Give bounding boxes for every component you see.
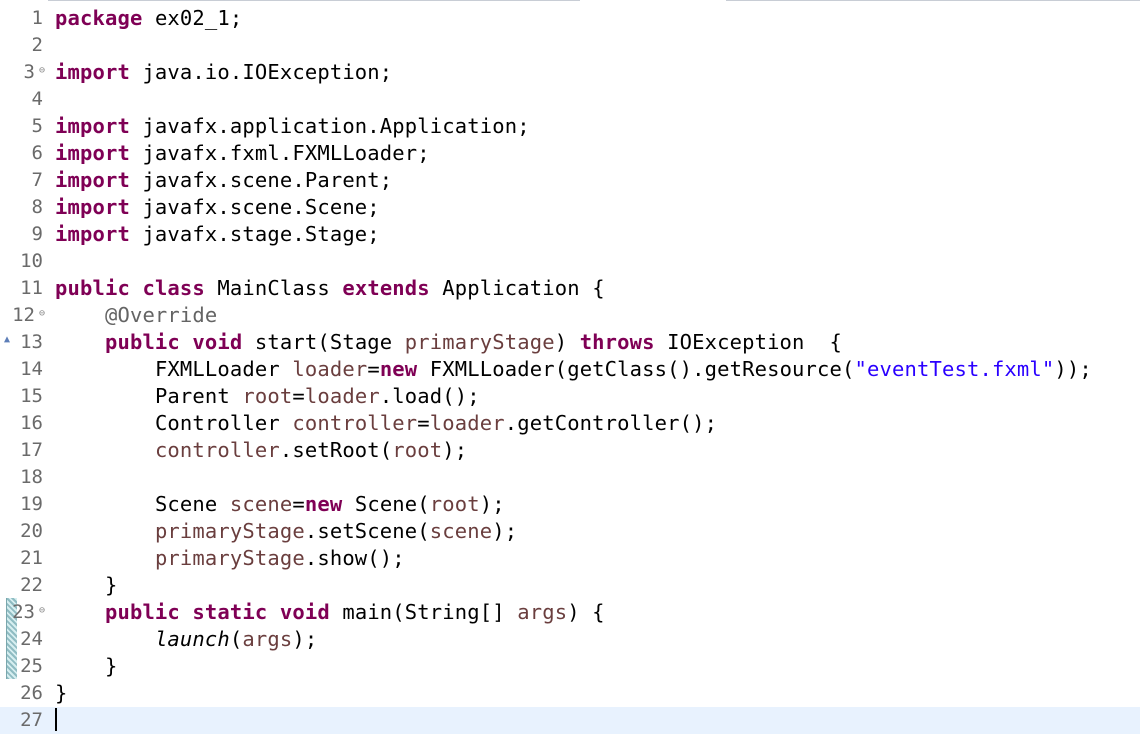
text-caret xyxy=(55,708,57,731)
code-text: import javafx.scene.Parent; xyxy=(55,168,393,192)
line-number: 22 xyxy=(20,574,43,596)
code-text: launch(args); xyxy=(154,627,318,651)
line-number: 8 xyxy=(31,196,43,218)
code-line-11[interactable]: 11 public class MainClass extends Applic… xyxy=(0,275,1140,302)
line-number: 11 xyxy=(20,277,43,299)
code-line-13[interactable]: ▲ 13 public void start(Stage primaryStag… xyxy=(0,329,1140,356)
line-number: 5 xyxy=(31,115,43,137)
line-number: 14 xyxy=(20,358,43,380)
code-text: primaryStage.setScene(scene); xyxy=(154,519,518,543)
line-number: 6 xyxy=(31,142,43,164)
code-line-19[interactable]: 19 Scene scene=new Scene(root); xyxy=(0,491,1140,518)
code-line-4[interactable]: 4 xyxy=(0,86,1140,113)
code-line-18[interactable]: 18 xyxy=(0,464,1140,491)
code-text xyxy=(55,707,57,734)
code-line-10[interactable]: 10 xyxy=(0,248,1140,275)
code-line-2[interactable]: 2 xyxy=(0,32,1140,59)
code-line-25[interactable]: 25 } xyxy=(0,653,1140,680)
code-line-14[interactable]: 14 FXMLLoader loader=new FXMLLoader(getC… xyxy=(0,356,1140,383)
code-line-7[interactable]: 7 import javafx.scene.Parent; xyxy=(0,167,1140,194)
code-text: import javafx.scene.Scene; xyxy=(55,195,380,219)
line-number: 27 xyxy=(20,709,43,731)
code-text: } xyxy=(104,654,118,678)
code-line-3[interactable]: 3 ⊖ import java.io.IOException; xyxy=(0,59,1140,86)
fold-collapse-icon[interactable]: ⊖ xyxy=(37,66,47,76)
fold-collapse-icon[interactable]: ⊖ xyxy=(37,309,47,319)
code-line-9[interactable]: 9 import javafx.stage.Stage; xyxy=(0,221,1140,248)
line-number: 19 xyxy=(20,493,43,515)
editor-top-border xyxy=(0,0,580,1)
line-number: 23 xyxy=(12,601,35,623)
line-number: 17 xyxy=(20,439,43,461)
code-line-26[interactable]: 26 } xyxy=(0,680,1140,707)
code-text: public static void main(String[] args) { xyxy=(104,600,605,624)
line-number: 21 xyxy=(20,547,43,569)
line-number: 25 xyxy=(20,655,43,677)
code-text: import java.io.IOException; xyxy=(55,60,393,84)
code-text: public class MainClass extends Applicati… xyxy=(55,276,605,300)
code-text: Controller controller=loader.getControll… xyxy=(154,411,718,435)
code-text: FXMLLoader loader=new FXMLLoader(getClas… xyxy=(154,357,1092,381)
line-number: 13 xyxy=(20,331,43,353)
code-text: } xyxy=(104,573,118,597)
line-number: 16 xyxy=(20,412,43,434)
code-line-15[interactable]: 15 Parent root=loader.load(); xyxy=(0,383,1140,410)
code-text: Scene scene=new Scene(root); xyxy=(154,492,505,516)
fold-collapse-icon[interactable]: ⊖ xyxy=(37,606,47,616)
line-number: 24 xyxy=(20,628,43,650)
line-number: 12 xyxy=(12,304,35,326)
code-line-21[interactable]: 21 primaryStage.show(); xyxy=(0,545,1140,572)
code-line-6[interactable]: 6 import javafx.fxml.FXMLLoader; xyxy=(0,140,1140,167)
code-line-22[interactable]: 22 } xyxy=(0,572,1140,599)
line-number: 9 xyxy=(31,223,43,245)
code-line-1[interactable]: 1 package ex02_1; xyxy=(0,5,1140,32)
code-editor[interactable]: 1 package ex02_1; 2 3 ⊖ import java.io.I… xyxy=(0,0,1140,739)
code-line-27-current[interactable]: 27 xyxy=(0,707,1140,734)
line-number: 20 xyxy=(20,520,43,542)
code-line-5[interactable]: 5 import javafx.application.Application; xyxy=(0,113,1140,140)
line-number: 1 xyxy=(31,7,43,29)
code-line-8[interactable]: 8 import javafx.scene.Scene; xyxy=(0,194,1140,221)
code-text: import javafx.fxml.FXMLLoader; xyxy=(55,141,430,165)
code-line-23[interactable]: 23 ⊖ public static void main(String[] ar… xyxy=(0,599,1140,626)
line-number: 4 xyxy=(31,88,43,110)
code-text: package ex02_1; xyxy=(55,6,243,30)
code-line-16[interactable]: 16 Controller controller=loader.getContr… xyxy=(0,410,1140,437)
line-number: 18 xyxy=(20,466,43,488)
code-text: @Override xyxy=(104,303,218,327)
editor-top-border-right xyxy=(726,0,1140,1)
code-text: import javafx.application.Application; xyxy=(55,114,530,138)
code-line-20[interactable]: 20 primaryStage.setScene(scene); xyxy=(0,518,1140,545)
code-text: Parent root=loader.load(); xyxy=(154,384,480,408)
code-text: import javafx.stage.Stage; xyxy=(55,222,380,246)
code-text: } xyxy=(55,681,68,705)
line-number: 10 xyxy=(20,250,43,272)
line-number: 26 xyxy=(20,682,43,704)
code-line-24[interactable]: 24 launch(args); xyxy=(0,626,1140,653)
code-line-12[interactable]: 12 ⊖ @Override xyxy=(0,302,1140,329)
code-line-17[interactable]: 17 controller.setRoot(root); xyxy=(0,437,1140,464)
line-number: 2 xyxy=(31,34,43,56)
line-number: 15 xyxy=(20,385,43,407)
code-text: controller.setRoot(root); xyxy=(154,438,468,462)
line-number: 3 xyxy=(23,61,35,83)
line-number: 7 xyxy=(31,169,43,191)
code-text: primaryStage.show(); xyxy=(154,546,405,570)
code-text: public void start(Stage primaryStage) th… xyxy=(104,330,843,354)
